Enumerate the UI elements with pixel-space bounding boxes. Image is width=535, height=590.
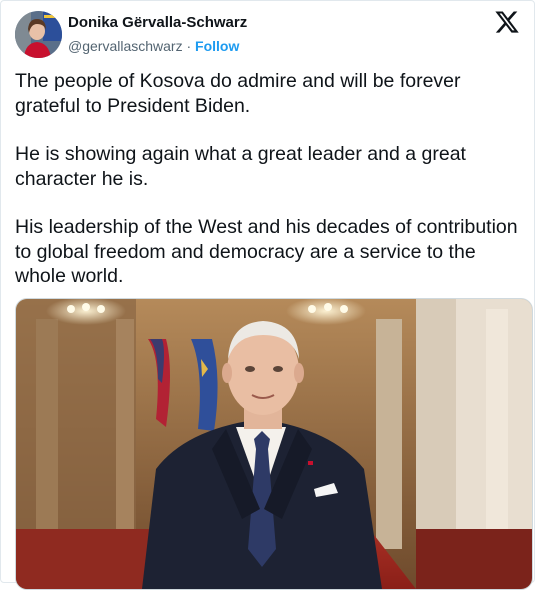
avatar-image: [15, 11, 62, 58]
display-name[interactable]: Donika Gërvalla-Schwarz: [68, 13, 247, 33]
tweet-media[interactable]: [15, 298, 533, 590]
handle[interactable]: @gervallaschwarz: [68, 38, 183, 54]
x-logo-icon[interactable]: [494, 9, 520, 35]
tweet-header: Donika Gërvalla-Schwarz @gervallaschwarz…: [15, 9, 520, 59]
tweet-paragraph-1: The people of Kosova do admire and will …: [15, 70, 461, 117]
separator: ·: [186, 38, 192, 54]
avatar[interactable]: [15, 11, 62, 58]
tweet-paragraph-2: He is showing again what a great leader …: [15, 143, 466, 190]
follow-button[interactable]: Follow: [195, 38, 239, 54]
tweet-card: Donika Gërvalla-Schwarz @gervallaschwarz…: [0, 0, 535, 590]
video-still-image: [16, 299, 532, 589]
author-info: Donika Gërvalla-Schwarz @gervallaschwarz…: [68, 13, 247, 56]
tweet-text: The people of Kosova do admire and will …: [15, 69, 525, 313]
tweet-paragraph-3: His leadership of the West and his decad…: [15, 216, 518, 287]
handle-row: @gervallaschwarz · Follow: [68, 36, 247, 56]
